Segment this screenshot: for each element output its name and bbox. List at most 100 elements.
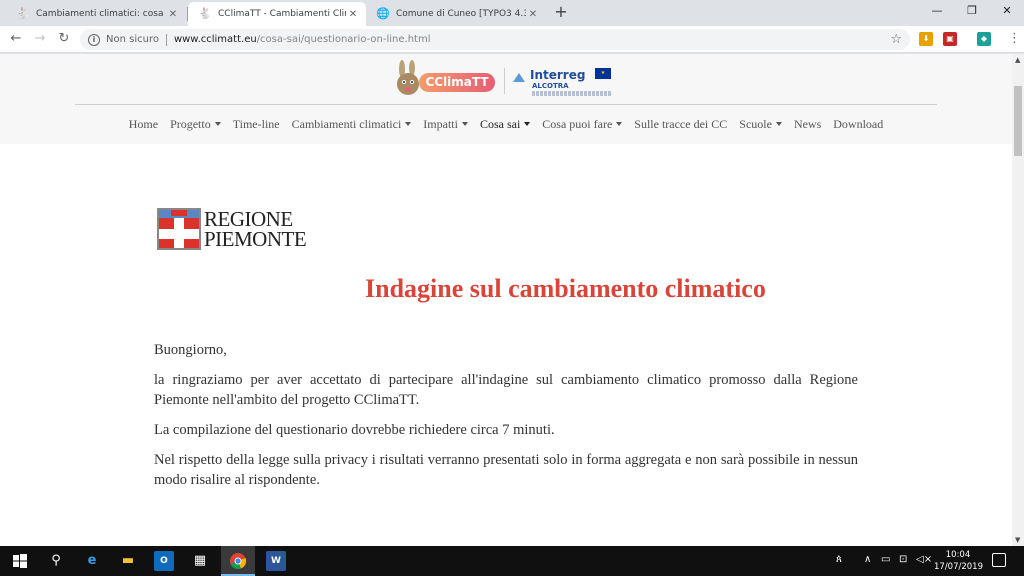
nav-item-download[interactable]: Download <box>827 115 889 133</box>
people-icon[interactable]: ጰ <box>836 554 842 565</box>
search-icon[interactable]: ⚲ <box>46 551 66 571</box>
nav-label: Time-line <box>232 117 280 131</box>
file-explorer-icon[interactable]: ▬ <box>118 551 138 571</box>
chevron-down-icon <box>461 122 468 127</box>
page-title: Indagine sul cambiamento climatico <box>365 274 766 303</box>
region-logo-line2: PIEMONTE <box>204 227 307 251</box>
chevron-down-icon <box>405 122 412 127</box>
taskbar-clock[interactable]: 10:04 17/07/2019 <box>934 549 983 573</box>
outlook-icon[interactable]: O <box>154 551 174 571</box>
nav-label: Cosa puoi fare <box>542 117 613 131</box>
close-icon[interactable]: ✕ <box>346 9 360 20</box>
tab-title: CClimaTT - Cambiamenti Climatic <box>218 9 346 19</box>
tab-2[interactable]: 🌐 Comune di Cuneo [TYPO3 4.3.9] ✕ <box>366 2 546 26</box>
intro-text: Buongiorno, la ringraziamo per aver acce… <box>154 340 858 500</box>
calculator-icon[interactable]: ▦ <box>190 551 210 571</box>
url-path: /cosa-sai/questionario-on-line.html <box>256 34 431 45</box>
forward-icon[interactable]: → <box>30 30 50 48</box>
tab-1[interactable]: 🐇 CClimaTT - Cambiamenti Climatic ✕ <box>188 2 366 26</box>
nav-label: Home <box>128 117 159 131</box>
partner-tagline-graphic <box>532 91 612 96</box>
edge-icon[interactable]: e <box>82 551 102 571</box>
logo-divider <box>504 68 505 94</box>
site-logo-text: CClimaTT <box>419 73 495 92</box>
close-icon[interactable]: ✕ <box>166 9 180 20</box>
nav-label: Impatti <box>423 117 458 131</box>
nav-item-sulle-tracce[interactable]: Sulle tracce dei CC <box>628 115 733 133</box>
minimize-button[interactable]: — <box>920 0 954 24</box>
thanks-paragraph: la ringraziamo per aver accettato di par… <box>154 372 858 408</box>
reload-icon[interactable]: ↻ <box>54 30 74 48</box>
new-tab-button[interactable]: + <box>552 3 570 21</box>
interreg-logo-icon <box>513 73 525 82</box>
nav-item-cosa-sai[interactable]: Cosa sai <box>474 115 536 133</box>
windows-taskbar: ⚲ e ▬ O ▦ W ጰ ∧ ▭ ⊡ ◁× 10:04 17/07/2019 <box>0 546 1024 576</box>
tab-title: Comune di Cuneo [TYPO3 4.3.9] <box>396 9 526 19</box>
extension-download-icon[interactable]: ⬇ <box>919 32 933 46</box>
nav-item-impatti[interactable]: Impatti <box>417 115 474 133</box>
nav-label: Cosa sai <box>479 117 521 131</box>
back-icon[interactable]: ← <box>6 30 26 48</box>
info-icon[interactable]: i <box>88 33 100 46</box>
extension-icon[interactable]: ◆ <box>977 32 991 46</box>
clock-time: 10:04 <box>945 550 971 560</box>
vertical-scrollbar[interactable]: ▲ ▼ <box>1012 54 1024 546</box>
nav-item-news[interactable]: News <box>788 115 827 133</box>
page-viewport: CClimaTT Interreg ALCOTRA ★ Home Progett… <box>0 54 1012 546</box>
bookmark-star-icon[interactable]: ☆ <box>890 32 902 47</box>
nav-label: Download <box>833 117 884 131</box>
restore-button[interactable]: ❐ <box>955 0 989 24</box>
extension-pdf-icon[interactable]: ▣ <box>943 32 957 46</box>
header-divider <box>75 104 937 105</box>
rabbit-icon: 🐇 <box>16 7 30 20</box>
word-icon[interactable]: W <box>266 551 286 571</box>
close-window-button[interactable]: ✕ <box>990 0 1024 24</box>
chevron-down-icon <box>775 122 782 127</box>
nav-label: News <box>793 117 822 131</box>
tab-title: Cambiamenti climatici: cosa ne sa <box>36 9 166 19</box>
battery-icon[interactable]: ▭ <box>881 554 890 565</box>
windows-start-icon[interactable] <box>10 551 30 571</box>
chrome-icon[interactable] <box>228 551 248 571</box>
menu-dots-icon[interactable]: ⋮ <box>1008 31 1021 46</box>
security-label: Non sicuro <box>106 34 159 45</box>
greeting-paragraph: Buongiorno, <box>154 342 227 358</box>
scrollbar-thumb[interactable] <box>1014 86 1022 156</box>
volume-icon[interactable]: ◁× <box>916 554 932 565</box>
nav-item-cosa-puoi-fare[interactable]: Cosa puoi fare <box>536 115 628 133</box>
chevron-up-icon[interactable]: ∧ <box>864 554 871 565</box>
duration-paragraph: La compilazione del questionario dovrebb… <box>154 422 555 438</box>
url-domain: www.cclimatt.eu <box>173 34 257 45</box>
chevron-down-icon <box>524 122 531 127</box>
address-divider <box>165 33 167 46</box>
scroll-down-icon[interactable]: ▼ <box>1015 536 1020 544</box>
nav-item-scuole[interactable]: Scuole <box>733 115 788 133</box>
notification-icon[interactable] <box>992 553 1006 567</box>
privacy-paragraph: Nel rispetto della legge sulla privacy i… <box>154 452 858 488</box>
tab-0[interactable]: 🐇 Cambiamenti climatici: cosa ne sa ✕ <box>6 2 186 26</box>
scroll-up-icon[interactable]: ▲ <box>1015 56 1020 64</box>
tab-strip: 🐇 Cambiamenti climatici: cosa ne sa ✕ 🐇 … <box>0 0 1024 26</box>
network-icon[interactable]: ⊡ <box>899 554 907 565</box>
address-bar[interactable]: i Non sicuro www.cclimatt.eu /cosa-sai/q… <box>80 29 910 50</box>
nav-label: Sulle tracce dei CC <box>634 117 728 131</box>
nav-label: Progetto <box>170 117 211 131</box>
emblem-border <box>157 208 201 250</box>
close-icon[interactable]: ✕ <box>526 9 540 20</box>
nav-item-home[interactable]: Home <box>123 115 164 133</box>
nav-item-cambiamenti-climatici[interactable]: Cambiamenti climatici <box>286 115 418 133</box>
regione-piemonte-logo: REGIONE PIEMONTE <box>157 206 307 252</box>
clock-date: 17/07/2019 <box>934 562 983 572</box>
alcotra-label: ALCOTRA <box>532 82 569 90</box>
chevron-down-icon <box>616 122 623 127</box>
site-header: CClimaTT Interreg ALCOTRA ★ Home Progett… <box>0 54 1012 144</box>
rabbit-icon: 🐇 <box>198 7 212 20</box>
main-navigation: Home Progetto Time-line Cambiamenti clim… <box>0 115 1012 133</box>
nav-item-time-line[interactable]: Time-line <box>227 115 286 133</box>
nav-label: Scuole <box>739 117 772 131</box>
nav-label: Cambiamenti climatici <box>291 117 402 131</box>
nav-item-progetto[interactable]: Progetto <box>164 115 227 133</box>
site-logo[interactable]: CClimaTT Interreg ALCOTRA ★ <box>393 60 618 100</box>
globe-icon: 🌐 <box>376 7 390 20</box>
interreg-brand: Interreg <box>530 68 586 82</box>
